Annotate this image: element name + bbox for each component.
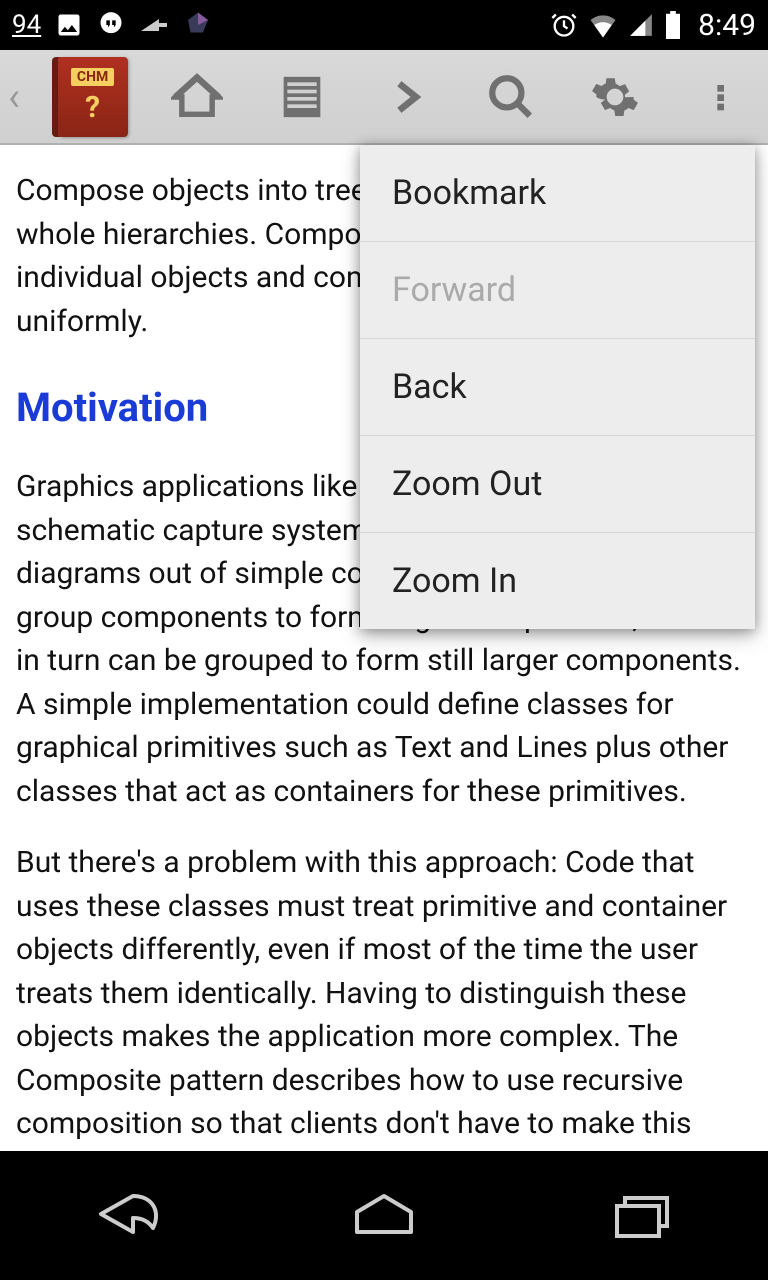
- search-button[interactable]: [471, 57, 551, 137]
- menu-item-zoom-in[interactable]: Zoom In: [360, 533, 755, 629]
- image-icon: [55, 11, 83, 39]
- notification-count: 94: [12, 10, 41, 40]
- nav-back-button[interactable]: [83, 1184, 173, 1248]
- nav-recents-icon: [595, 1184, 685, 1244]
- status-bar: 94 8:49: [0, 0, 768, 50]
- menu-item-forward: Forward: [360, 242, 755, 339]
- motivation-p2: But there's a problem with this approach…: [16, 841, 752, 1151]
- hangouts-icon: [97, 11, 125, 39]
- home-button[interactable]: [157, 57, 237, 137]
- overflow-menu: Bookmark Forward Back Zoom Out Zoom In: [360, 145, 755, 629]
- signal-icon: [628, 12, 654, 38]
- forward-button[interactable]: [366, 57, 446, 137]
- wifi-icon: [588, 12, 618, 38]
- contents-button[interactable]: [262, 57, 342, 137]
- app-swirl-icon: [183, 10, 213, 40]
- menu-item-back[interactable]: Back: [360, 339, 755, 436]
- gear-icon: [590, 72, 640, 122]
- home-icon: [171, 71, 223, 123]
- app-toolbar: ‹ CHM ?: [0, 50, 768, 145]
- nav-home-icon: [339, 1184, 429, 1244]
- nav-back-icon: [83, 1184, 173, 1244]
- nav-home-button[interactable]: [339, 1184, 429, 1248]
- menu-item-zoom-out[interactable]: Zoom Out: [360, 436, 755, 533]
- overflow-button[interactable]: [680, 57, 760, 137]
- list-icon: [280, 73, 324, 121]
- battery-icon: [664, 11, 682, 39]
- settings-button[interactable]: [575, 57, 655, 137]
- chevron-right-icon: [386, 71, 426, 123]
- more-vert-icon: [704, 73, 736, 121]
- search-icon: [486, 72, 536, 122]
- back-indicator-icon[interactable]: ‹: [8, 73, 28, 120]
- app-icon[interactable]: CHM ?: [53, 57, 133, 137]
- system-nav-bar: [0, 1151, 768, 1280]
- nav-recents-button[interactable]: [595, 1184, 685, 1248]
- alarm-icon: [550, 11, 578, 39]
- clock-time: 8:49: [698, 8, 756, 43]
- mute-icon: [139, 15, 169, 35]
- chm-badge: CHM: [71, 68, 114, 86]
- menu-item-bookmark[interactable]: Bookmark: [360, 145, 755, 242]
- chm-question: ?: [85, 90, 100, 125]
